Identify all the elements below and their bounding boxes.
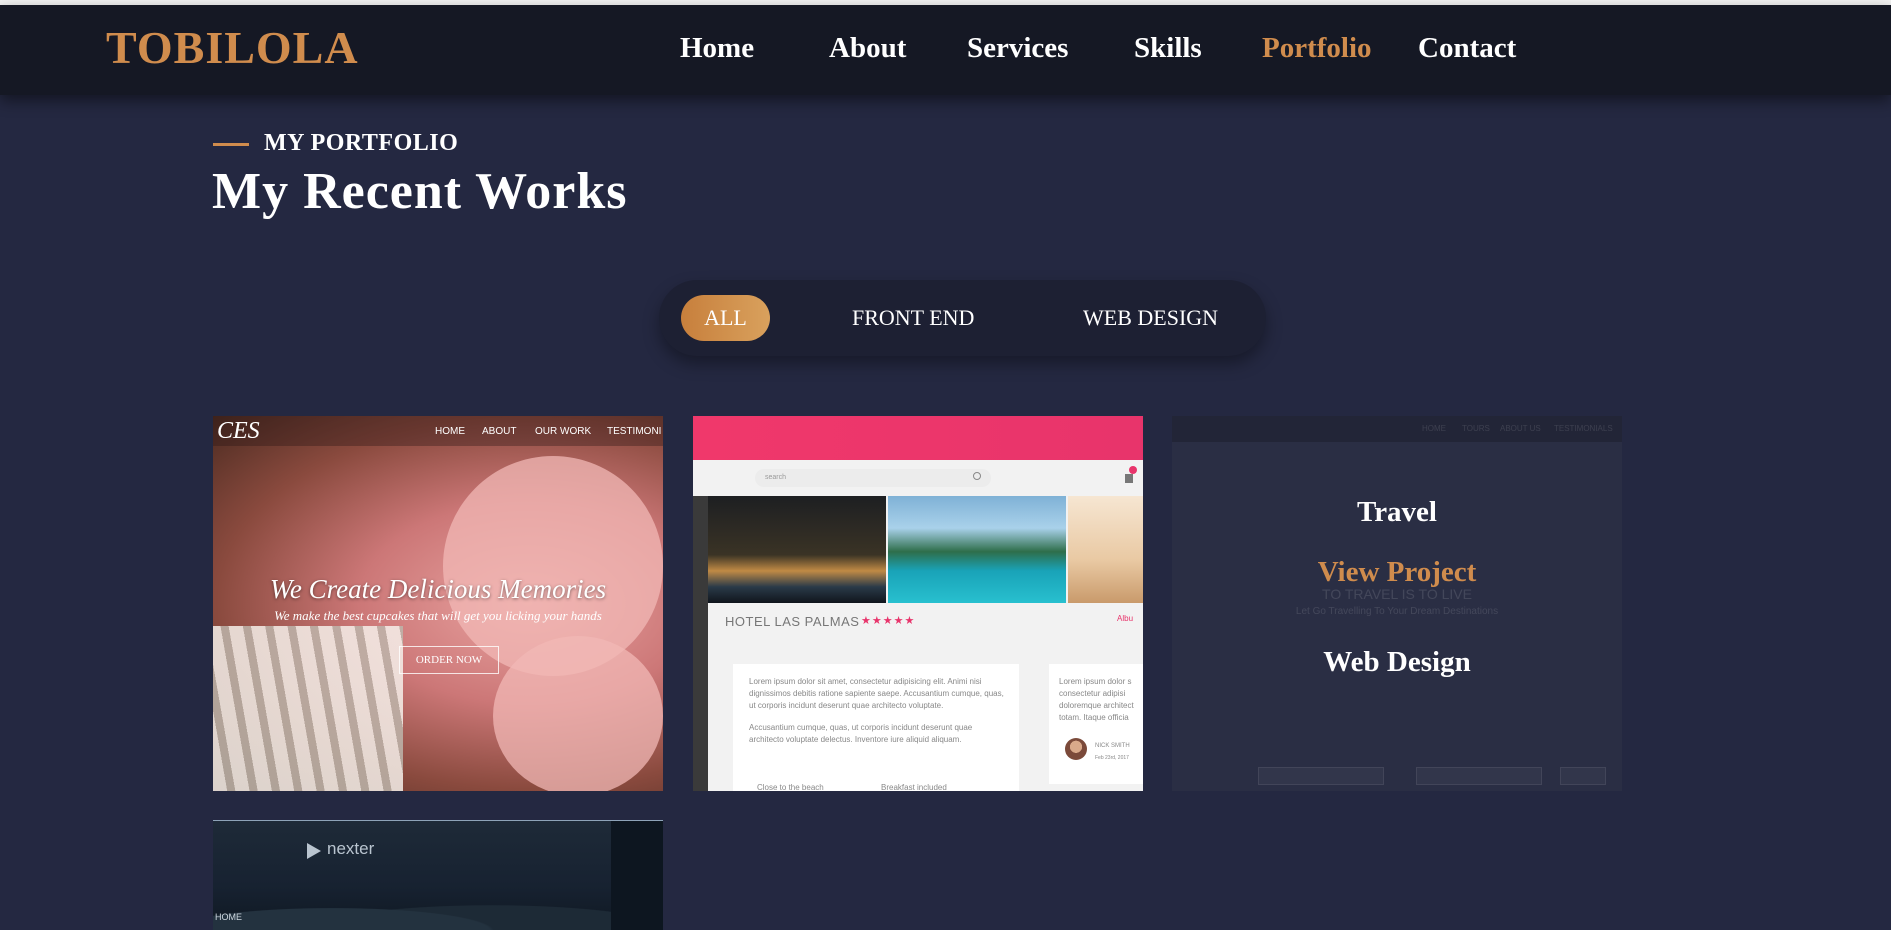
star-rating-icon: ★★★★★ xyxy=(861,615,916,627)
filter-all[interactable]: ALL xyxy=(681,295,770,341)
nav-about[interactable]: About xyxy=(829,32,906,65)
notification-dot-icon xyxy=(1129,466,1137,474)
preview-subline: Let Go Travelling To Your Dream Destinat… xyxy=(1295,606,1499,617)
preview-menu-item: OUR WORK xyxy=(535,426,592,437)
eyebrow-divider xyxy=(213,143,249,146)
hotel-photo-room xyxy=(1068,496,1143,603)
preview-menu-item: HOME xyxy=(215,912,242,922)
preview-subline: We make the best cupcakes that will get … xyxy=(274,608,602,623)
preview-description-panel: Lorem ipsum dolor sit amet, consectetur … xyxy=(733,664,1019,791)
preview-bullet: Close to the beach xyxy=(757,783,824,791)
filter-web-design[interactable]: WEB DESIGN xyxy=(1083,295,1218,341)
preview-paragraph: Accusantium cumque, quas, ut corporis in… xyxy=(749,723,973,744)
search-icon xyxy=(973,472,981,480)
preview-trees xyxy=(213,891,611,930)
nav-home[interactable]: Home xyxy=(680,32,754,65)
nav-portfolio[interactable]: Portfolio xyxy=(1262,32,1372,65)
preview-menu-item: ABOUT US xyxy=(1500,424,1541,433)
preview-side-panel xyxy=(611,821,663,930)
nav-services[interactable]: Services xyxy=(967,32,1068,65)
project-card-hotel[interactable]: search HOTEL LAS PALMAS ★★★★★ Albu Lorem… xyxy=(693,416,1143,791)
preview-menu-item: TESTIMONIALS xyxy=(1554,424,1613,433)
preview-bullet: Breakfast included xyxy=(881,783,947,791)
hotel-photo-pool xyxy=(888,496,1066,603)
section-title: My Recent Works xyxy=(212,163,628,220)
play-icon xyxy=(307,843,321,859)
nav-skills[interactable]: Skills xyxy=(1134,32,1202,65)
view-project-link[interactable]: View Project xyxy=(1172,556,1622,589)
overlay-project-title: Travel xyxy=(1357,496,1437,528)
section-eyebrow: MY PORTFOLIO xyxy=(264,130,459,156)
reviewer-avatar xyxy=(1065,738,1087,760)
preview-menu-item: TESTIMONI xyxy=(607,426,662,437)
preview-headline: We Create Delicious Memories xyxy=(269,574,607,604)
portfolio-filter-bar: ALL FRONT END WEB DESIGN xyxy=(659,280,1266,356)
preview-search-button xyxy=(1560,767,1606,785)
frosting-swirl xyxy=(493,636,663,791)
preview-sidebar xyxy=(693,496,708,791)
preview-menu-item: TOURS xyxy=(1462,424,1490,433)
preview-location: Albu xyxy=(1117,614,1134,623)
preview-header-bar xyxy=(693,416,1143,460)
navbar: TOBILOLA Home About Services Skills Port… xyxy=(0,5,1891,95)
preview-paragraph: Lorem ipsum dolor sit amet, consectetur … xyxy=(749,677,1004,710)
preview-review-panel: Lorem ipsum dolor s consectetur adipisi … xyxy=(1049,664,1143,784)
preview-order-button: ORDER NOW xyxy=(399,646,499,674)
preview-menu-item: HOME xyxy=(435,426,465,437)
project-card-nexter[interactable]: nexter HOME xyxy=(213,820,663,930)
preview-menu-item: ABOUT xyxy=(482,426,517,437)
filter-front-end[interactable]: FRONT END xyxy=(852,295,974,341)
preview-search-input: search xyxy=(755,469,991,487)
preview-select xyxy=(1416,767,1542,785)
cupcake-wrapper xyxy=(213,626,403,791)
preview-select xyxy=(1258,767,1384,785)
preview-quote: Lorem ipsum dolor s consectetur adipisi … xyxy=(1059,677,1134,722)
project-card-cupcakes[interactable]: CES HOME ABOUT OUR WORK TESTIMONI We Cre… xyxy=(213,416,663,791)
bookmark-icon xyxy=(1125,474,1133,483)
project-card-travel[interactable]: HOME TOURS ABOUT US TESTIMONIALS TO TRAV… xyxy=(1172,416,1622,791)
preview-logo: nexter xyxy=(327,839,375,858)
preview-brand: CES xyxy=(217,418,260,444)
brand-logo[interactable]: TOBILOLA xyxy=(106,22,359,74)
preview-menu-item: HOME xyxy=(1422,424,1446,433)
preview-reviewer: NICK SMITH xyxy=(1095,743,1130,749)
preview-review-date: Feb 23rd, 2017 xyxy=(1095,755,1129,761)
hotel-photo-night xyxy=(708,496,886,603)
preview-hotel-name: HOTEL LAS PALMAS xyxy=(725,614,860,629)
overlay-project-category: Web Design xyxy=(1323,646,1471,678)
nav-contact[interactable]: Contact xyxy=(1418,32,1516,65)
